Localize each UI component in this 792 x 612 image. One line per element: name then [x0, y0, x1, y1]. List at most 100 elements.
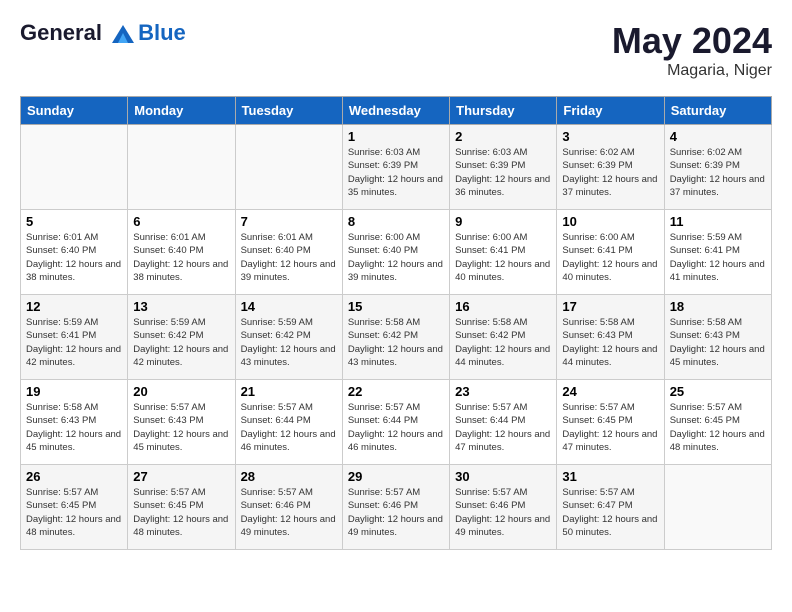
day-number: 30 — [455, 469, 551, 484]
weekday-header: Friday — [557, 97, 664, 125]
day-info: Sunrise: 5:57 AMSunset: 6:45 PMDaylight:… — [26, 486, 122, 539]
day-number: 7 — [241, 214, 337, 229]
calendar-day-cell: 25 Sunrise: 5:57 AMSunset: 6:45 PMDayligh… — [664, 380, 771, 465]
month-year-title: May 2024 — [612, 20, 772, 62]
calendar-day-cell: 20 Sunrise: 5:57 AMSunset: 6:43 PMDayligh… — [128, 380, 235, 465]
logo-icon — [110, 23, 136, 45]
calendar-day-cell: 7 Sunrise: 6:01 AMSunset: 6:40 PMDaylight… — [235, 210, 342, 295]
calendar-day-cell: 10 Sunrise: 6:00 AMSunset: 6:41 PMDayligh… — [557, 210, 664, 295]
day-number: 11 — [670, 214, 766, 229]
day-number: 12 — [26, 299, 122, 314]
day-number: 27 — [133, 469, 229, 484]
day-info: Sunrise: 5:59 AMSunset: 6:41 PMDaylight:… — [670, 231, 766, 284]
day-info: Sunrise: 5:57 AMSunset: 6:45 PMDaylight:… — [562, 401, 658, 454]
day-number: 2 — [455, 129, 551, 144]
calendar-day-cell: 30 Sunrise: 5:57 AMSunset: 6:46 PMDayligh… — [450, 465, 557, 550]
day-number: 10 — [562, 214, 658, 229]
day-number: 21 — [241, 384, 337, 399]
day-number: 23 — [455, 384, 551, 399]
calendar-day-cell: 23 Sunrise: 5:57 AMSunset: 6:44 PMDayligh… — [450, 380, 557, 465]
day-info: Sunrise: 6:03 AMSunset: 6:39 PMDaylight:… — [348, 146, 444, 199]
calendar-day-cell: 28 Sunrise: 5:57 AMSunset: 6:46 PMDayligh… — [235, 465, 342, 550]
weekday-header: Saturday — [664, 97, 771, 125]
day-number: 25 — [670, 384, 766, 399]
day-info: Sunrise: 5:57 AMSunset: 6:44 PMDaylight:… — [241, 401, 337, 454]
day-number: 3 — [562, 129, 658, 144]
day-number: 28 — [241, 469, 337, 484]
calendar-day-cell: 12 Sunrise: 5:59 AMSunset: 6:41 PMDayligh… — [21, 295, 128, 380]
calendar-day-cell: 29 Sunrise: 5:57 AMSunset: 6:46 PMDayligh… — [342, 465, 449, 550]
calendar-day-cell: 4 Sunrise: 6:02 AMSunset: 6:39 PMDaylight… — [664, 125, 771, 210]
day-number: 5 — [26, 214, 122, 229]
calendar-day-cell: 2Sunrise: 6:03 AMSunset: 6:39 PMDaylight… — [450, 125, 557, 210]
day-number: 20 — [133, 384, 229, 399]
calendar-day-cell — [664, 465, 771, 550]
day-info: Sunrise: 5:57 AMSunset: 6:44 PMDaylight:… — [455, 401, 551, 454]
day-number: 6 — [133, 214, 229, 229]
day-info: Sunrise: 6:00 AMSunset: 6:41 PMDaylight:… — [562, 231, 658, 284]
logo: General Blue — [20, 20, 186, 46]
weekday-header: Sunday — [21, 97, 128, 125]
day-info: Sunrise: 5:58 AMSunset: 6:43 PMDaylight:… — [26, 401, 122, 454]
day-number: 31 — [562, 469, 658, 484]
calendar-day-cell: 9Sunrise: 6:00 AMSunset: 6:41 PMDaylight… — [450, 210, 557, 295]
day-info: Sunrise: 5:57 AMSunset: 6:46 PMDaylight:… — [348, 486, 444, 539]
calendar-week-row: 5 Sunrise: 6:01 AMSunset: 6:40 PMDaylight… — [21, 210, 772, 295]
calendar-day-cell: 19 Sunrise: 5:58 AMSunset: 6:43 PMDayligh… — [21, 380, 128, 465]
calendar-day-cell: 17 Sunrise: 5:58 AMSunset: 6:43 PMDayligh… — [557, 295, 664, 380]
day-info: Sunrise: 5:57 AMSunset: 6:46 PMDaylight:… — [241, 486, 337, 539]
day-number: 13 — [133, 299, 229, 314]
day-info: Sunrise: 6:01 AMSunset: 6:40 PMDaylight:… — [133, 231, 229, 284]
day-number: 22 — [348, 384, 444, 399]
calendar-day-cell — [21, 125, 128, 210]
day-info: Sunrise: 6:00 AMSunset: 6:40 PMDaylight:… — [348, 231, 444, 284]
calendar-day-cell: 3 Sunrise: 6:02 AMSunset: 6:39 PMDaylight… — [557, 125, 664, 210]
day-number: 17 — [562, 299, 658, 314]
day-number: 18 — [670, 299, 766, 314]
weekday-header: Thursday — [450, 97, 557, 125]
day-number: 24 — [562, 384, 658, 399]
calendar-day-cell: 1Sunrise: 6:03 AMSunset: 6:39 PMDaylight… — [342, 125, 449, 210]
calendar-week-row: 1Sunrise: 6:03 AMSunset: 6:39 PMDaylight… — [21, 125, 772, 210]
logo-blue: Blue — [138, 20, 186, 46]
day-info: Sunrise: 6:02 AMSunset: 6:39 PMDaylight:… — [670, 146, 766, 199]
calendar-day-cell: 6 Sunrise: 6:01 AMSunset: 6:40 PMDaylight… — [128, 210, 235, 295]
day-info: Sunrise: 5:57 AMSunset: 6:46 PMDaylight:… — [455, 486, 551, 539]
weekday-header: Tuesday — [235, 97, 342, 125]
day-number: 14 — [241, 299, 337, 314]
day-info: Sunrise: 6:02 AMSunset: 6:39 PMDaylight:… — [562, 146, 658, 199]
calendar-day-cell: 18 Sunrise: 5:58 AMSunset: 6:43 PMDayligh… — [664, 295, 771, 380]
calendar-day-cell: 26Sunrise: 5:57 AMSunset: 6:45 PMDayligh… — [21, 465, 128, 550]
day-info: Sunrise: 5:57 AMSunset: 6:43 PMDaylight:… — [133, 401, 229, 454]
day-info: Sunrise: 5:58 AMSunset: 6:43 PMDaylight:… — [670, 316, 766, 369]
calendar-table: SundayMondayTuesdayWednesdayThursdayFrid… — [20, 96, 772, 550]
day-info: Sunrise: 5:58 AMSunset: 6:42 PMDaylight:… — [455, 316, 551, 369]
calendar-day-cell: 13Sunrise: 5:59 AMSunset: 6:42 PMDayligh… — [128, 295, 235, 380]
calendar-day-cell: 31 Sunrise: 5:57 AMSunset: 6:47 PMDayligh… — [557, 465, 664, 550]
day-info: Sunrise: 5:57 AMSunset: 6:47 PMDaylight:… — [562, 486, 658, 539]
day-number: 15 — [348, 299, 444, 314]
location-label: Magaria, Niger — [612, 62, 772, 80]
calendar-day-cell: 16Sunrise: 5:58 AMSunset: 6:42 PMDayligh… — [450, 295, 557, 380]
day-info: Sunrise: 5:59 AMSunset: 6:42 PMDaylight:… — [241, 316, 337, 369]
day-info: Sunrise: 5:57 AMSunset: 6:44 PMDaylight:… — [348, 401, 444, 454]
calendar-day-cell: 27 Sunrise: 5:57 AMSunset: 6:45 PMDayligh… — [128, 465, 235, 550]
day-number: 4 — [670, 129, 766, 144]
day-number: 8 — [348, 214, 444, 229]
weekday-header: Wednesday — [342, 97, 449, 125]
calendar-week-row: 12 Sunrise: 5:59 AMSunset: 6:41 PMDayligh… — [21, 295, 772, 380]
day-info: Sunrise: 6:01 AMSunset: 6:40 PMDaylight:… — [26, 231, 122, 284]
day-info: Sunrise: 5:58 AMSunset: 6:43 PMDaylight:… — [562, 316, 658, 369]
calendar-day-cell: 11 Sunrise: 5:59 AMSunset: 6:41 PMDayligh… — [664, 210, 771, 295]
day-info: Sunrise: 6:00 AMSunset: 6:41 PMDaylight:… — [455, 231, 551, 284]
day-info: Sunrise: 5:58 AMSunset: 6:42 PMDaylight:… — [348, 316, 444, 369]
day-info: Sunrise: 6:01 AMSunset: 6:40 PMDaylight:… — [241, 231, 337, 284]
title-block: May 2024 Magaria, Niger — [612, 20, 772, 80]
page-header: General Blue May 2024 Magaria, Niger — [20, 20, 772, 80]
day-number: 19 — [26, 384, 122, 399]
day-info: Sunrise: 5:57 AMSunset: 6:45 PMDaylight:… — [133, 486, 229, 539]
day-number: 29 — [348, 469, 444, 484]
day-info: Sunrise: 5:57 AMSunset: 6:45 PMDaylight:… — [670, 401, 766, 454]
day-info: Sunrise: 5:59 AMSunset: 6:41 PMDaylight:… — [26, 316, 122, 369]
weekday-header: Monday — [128, 97, 235, 125]
